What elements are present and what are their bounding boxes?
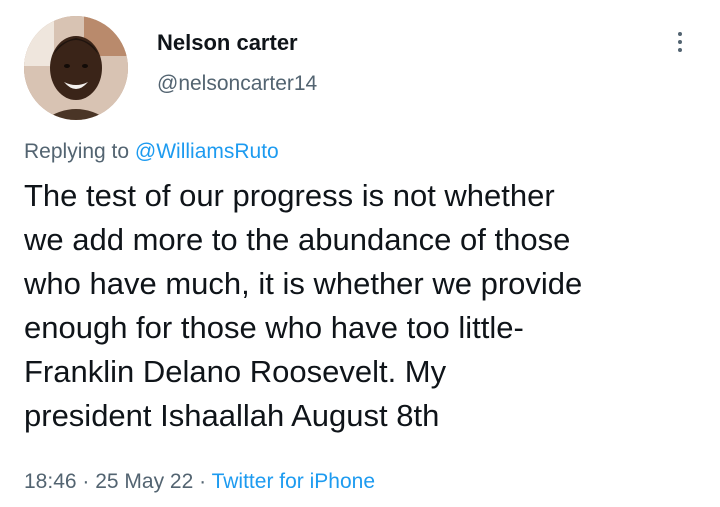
more-dot <box>678 40 682 44</box>
tweet-time[interactable]: 18:46 <box>24 470 77 493</box>
more-vertical-icon[interactable] <box>664 22 696 62</box>
meta-separator: · <box>193 470 212 493</box>
more-dot <box>678 48 682 52</box>
replying-to-line: Replying to @WilliamsRuto <box>24 140 279 164</box>
tweet-source-link[interactable]: Twitter for iPhone <box>212 470 375 493</box>
avatar[interactable] <box>24 16 128 120</box>
tweet-date[interactable]: 25 May 22 <box>95 470 193 493</box>
replying-to-label: Replying to <box>24 140 135 163</box>
user-handle[interactable]: @nelsoncarter14 <box>157 72 317 96</box>
display-name[interactable]: Nelson carter <box>157 30 298 56</box>
reply-target-link[interactable]: @WilliamsRuto <box>135 140 279 163</box>
tweet-text: The test of our progress is not whether … <box>24 178 583 433</box>
meta-separator: · <box>76 470 96 493</box>
tweet-meta: 18:46 · 25 May 22 · Twitter for iPhone <box>24 470 375 494</box>
more-dot <box>678 32 682 36</box>
